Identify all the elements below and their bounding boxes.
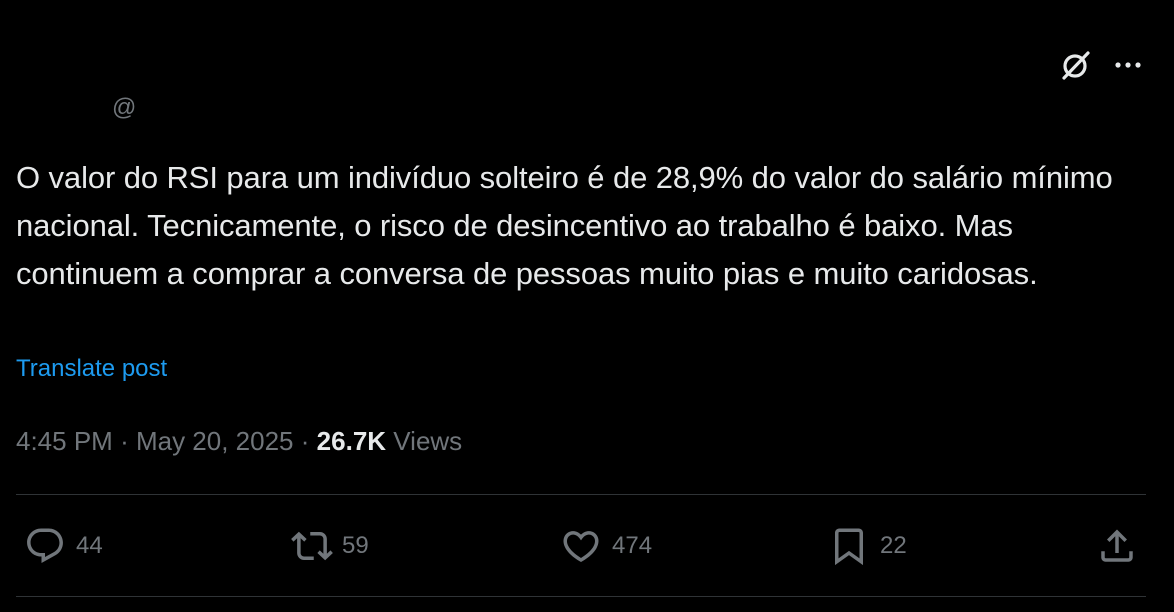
- views-label: Views: [393, 426, 463, 456]
- tweet-header: @: [16, 40, 1158, 122]
- tweet-metadata: 4:45 PM · May 20, 2025 · 26.7K Views: [16, 424, 462, 458]
- reply-count: 44: [76, 532, 103, 559]
- more-icon[interactable]: [1110, 50, 1146, 80]
- translate-post-link[interactable]: Translate post: [16, 354, 167, 384]
- meta-separator: ·: [300, 426, 310, 456]
- bookmark-icon: [828, 525, 870, 567]
- like-count: 474: [612, 532, 653, 559]
- tweet-time[interactable]: 4:45 PM: [16, 426, 113, 456]
- user-handle[interactable]: @: [112, 94, 136, 122]
- tweet: @ O valor do RSI para um indivíduo solte…: [0, 0, 1174, 612]
- divider: [16, 494, 1146, 495]
- meta-separator: ·: [120, 426, 129, 456]
- tweet-date[interactable]: May 20, 2025: [136, 426, 294, 456]
- like-icon: [560, 525, 602, 567]
- tweet-text: O valor do RSI para um indivíduo solteir…: [16, 160, 1113, 291]
- divider: [16, 596, 1146, 597]
- action-bar: 44 59 474 22: [0, 520, 1174, 572]
- share-icon: [1096, 525, 1138, 567]
- reply-icon: [24, 525, 66, 567]
- repost-icon: [288, 525, 336, 567]
- grok-icon[interactable]: [1058, 48, 1094, 84]
- repost-count: 59: [342, 532, 369, 559]
- bookmark-button[interactable]: 22: [828, 520, 907, 572]
- share-button[interactable]: [1096, 520, 1138, 572]
- repost-button[interactable]: 59: [288, 520, 369, 572]
- reply-button[interactable]: 44: [24, 520, 103, 572]
- views-count: 26.7K: [316, 426, 387, 456]
- like-button[interactable]: 474: [560, 520, 652, 572]
- bookmark-count: 22: [880, 532, 907, 559]
